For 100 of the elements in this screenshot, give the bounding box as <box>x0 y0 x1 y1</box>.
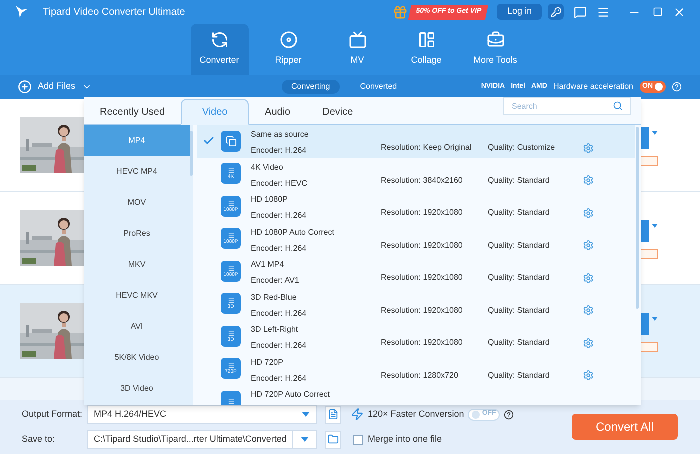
nav-tab[interactable]: Ripper <box>260 24 318 75</box>
settings-icon[interactable] <box>583 142 594 154</box>
feedback-icon[interactable] <box>574 6 587 18</box>
format-item[interactable]: 3D Video <box>84 373 190 404</box>
layout-icon <box>418 31 436 50</box>
format-item[interactable]: HEVC MP4 <box>84 156 190 187</box>
settings-icon[interactable] <box>583 175 594 186</box>
maximize-icon[interactable] <box>653 7 663 17</box>
search-field[interactable]: Search <box>503 97 631 115</box>
view-tab[interactable]: Converted <box>350 80 408 94</box>
preset-row[interactable]: HD 720P Auto Correct <box>197 385 635 405</box>
format-item[interactable]: HEVC MKV <box>84 280 190 311</box>
document-icon <box>328 409 338 420</box>
preset-row[interactable]: Same as source Encoder: H.264 Resolution: Keep Original Quality: Customize <box>197 125 635 158</box>
refresh-icon <box>210 31 228 50</box>
key-button[interactable] <box>548 4 564 20</box>
login-button[interactable]: Log in <box>497 4 542 20</box>
format-icon <box>221 130 241 152</box>
merge-checkbox[interactable]: Merge into one file <box>353 432 514 446</box>
logo-icon <box>14 4 30 20</box>
briefcase-icon <box>486 31 504 50</box>
format-tab[interactable]: Audio <box>249 99 307 125</box>
preset-name: 3D Left-Right <box>251 324 300 336</box>
quality-label: Quality: Standard <box>488 337 551 350</box>
encoder-label: Encoder: H.264 <box>251 340 308 352</box>
caret-icon[interactable] <box>652 131 658 135</box>
disc-icon <box>280 31 298 50</box>
nav-tab[interactable]: MV <box>328 24 386 75</box>
hardware-acceleration-label: Hardware acceleration <box>553 81 634 93</box>
caret-icon <box>302 412 310 417</box>
resolution-label: Resolution: 1920x1080 <box>381 207 464 220</box>
output-format-label: Output Format: <box>22 408 84 421</box>
caret-icon <box>300 437 308 442</box>
resolution-label: Resolution: 1920x1080 <box>381 240 464 252</box>
caret-icon[interactable] <box>652 317 658 321</box>
preset-name: HD 1080P <box>251 194 289 206</box>
caret-icon[interactable] <box>652 224 658 228</box>
preset-name: 3D Red-Blue <box>251 292 298 304</box>
encoder-label: Encoder: H.264 <box>251 242 308 254</box>
quality-label: Quality: Standard <box>488 240 551 252</box>
preset-name: AV1 MP4 <box>251 259 286 271</box>
plus-icon <box>18 80 32 94</box>
quality-label: Quality: Standard <box>488 272 551 284</box>
format-item[interactable]: MKV <box>84 249 190 280</box>
lightning-icon <box>351 408 364 421</box>
encoder-label: Encoder: HEVC <box>251 178 308 190</box>
quality-label: Quality: Standard <box>488 304 551 317</box>
format-item[interactable]: ProRes <box>84 218 190 249</box>
encoder-label: Encoder: H.264 <box>251 210 308 222</box>
preset-name: Same as source <box>251 129 310 141</box>
preset-name: HD 720P Auto Correct <box>251 389 332 401</box>
save-to-label: Save to: <box>22 432 56 446</box>
nav-tab[interactable]: More Tools <box>466 24 524 75</box>
format-tab[interactable]: Device <box>306 99 370 125</box>
format-item[interactable]: MOV <box>84 187 190 218</box>
window-title: Tipard Video Converter Ultimate <box>43 6 186 20</box>
settings-icon[interactable] <box>583 370 594 382</box>
close-icon[interactable] <box>673 6 686 18</box>
preset-name: HD 1080P Auto Correct <box>251 226 336 238</box>
resolution-label: Resolution: 1920x1080 <box>381 304 464 317</box>
encoder-label: Encoder: H.264 <box>251 308 308 320</box>
encoder-label: Encoder: AV1 <box>251 275 300 287</box>
encoder-label: Encoder: H.264 <box>251 145 308 157</box>
quality-label: Quality: Standard <box>488 207 551 220</box>
resolution-label: Resolution: 1280x720 <box>381 370 460 382</box>
tag-badge <box>640 249 658 259</box>
quality-label: Quality: Standard <box>488 370 551 382</box>
menu-icon[interactable] <box>597 6 610 18</box>
faster-conversion-label: 120× Faster Conversion <box>368 408 464 421</box>
tv-icon <box>348 31 366 50</box>
settings-icon[interactable] <box>583 338 594 349</box>
file-button[interactable] <box>325 406 341 424</box>
settings-icon[interactable] <box>583 240 594 252</box>
format-item[interactable]: AVI <box>84 311 190 342</box>
help-icon[interactable] <box>504 410 514 420</box>
resolution-label: Resolution: 3840x2160 <box>381 174 464 187</box>
settings-icon[interactable] <box>583 305 594 316</box>
format-tab[interactable]: Recently Used <box>84 99 182 125</box>
settings-icon[interactable] <box>583 208 594 219</box>
resolution-label: Resolution: 1920x1080 <box>381 337 464 350</box>
scrollbar[interactable] <box>636 127 639 309</box>
tag-badge <box>640 156 658 166</box>
add-files-button[interactable]: Add Files <box>18 80 92 94</box>
nav-tab[interactable]: Converter <box>190 24 248 75</box>
folder-button[interactable] <box>325 430 341 448</box>
encoder-label: Encoder: H.264 <box>251 372 308 384</box>
view-tab[interactable]: Converting <box>282 80 340 94</box>
format-item[interactable]: 5K/8K Video <box>84 342 190 373</box>
tag-badge <box>640 342 658 352</box>
preset-name: 4K Video <box>251 162 284 174</box>
output-format-dropdown[interactable]: MP4 H.264/HEVC <box>87 405 317 424</box>
save-path-dropdown[interactable]: C:\Tipard Studio\Tipard...rter Ultimate\Converted <box>87 430 317 449</box>
scrollbar[interactable] <box>190 131 193 176</box>
resolution-label: Resolution: Keep Original <box>381 142 473 154</box>
quality-label: Quality: Customize <box>488 142 556 154</box>
folder-icon <box>328 434 338 445</box>
quality-label: Quality: Standard <box>488 174 551 187</box>
search-icon[interactable] <box>613 101 623 111</box>
settings-icon[interactable] <box>583 272 594 284</box>
nav-tab[interactable]: Collage <box>398 24 456 75</box>
